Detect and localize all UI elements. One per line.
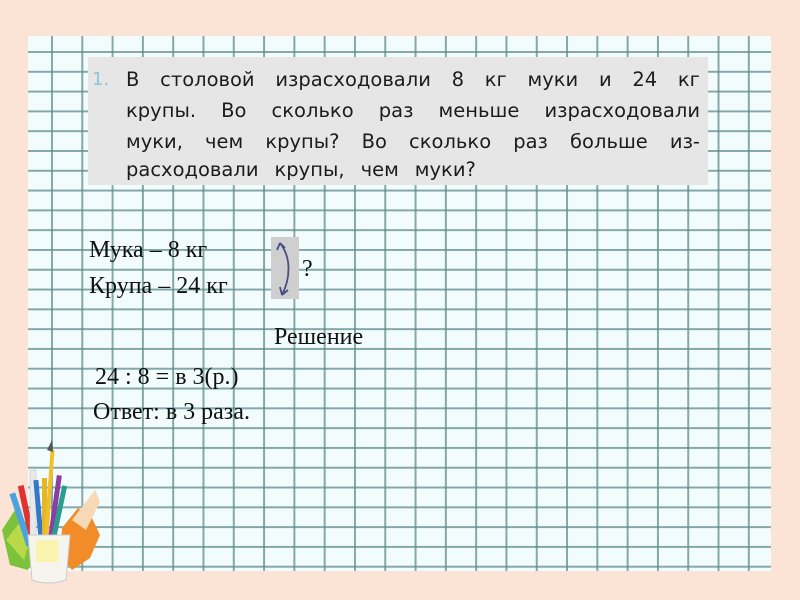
task-word: крупы. xyxy=(126,99,197,122)
task-word: 8 xyxy=(451,68,465,91)
task-line: расходовали крупы, чем муки? xyxy=(126,157,700,183)
task-word: муки xyxy=(527,68,579,91)
task-line: муки, чем крупы? Во сколько раз больше из- xyxy=(126,129,700,155)
task-word: 24 xyxy=(632,68,658,91)
task-word: крупы? xyxy=(265,130,340,153)
task-word: больше xyxy=(570,130,648,153)
answer-text: Ответ: в 3 раза. xyxy=(93,399,250,425)
pencil-cup-icon xyxy=(0,440,110,590)
task-word: и xyxy=(598,68,612,91)
task-word: израсходовали xyxy=(275,68,431,91)
task-line: Встоловой израсходовали 8 кг муки и 24 кг xyxy=(126,67,700,93)
task-word: из- xyxy=(669,130,700,153)
task-word: сколько xyxy=(409,130,492,153)
solution-equation: 24 : 8 = в 3(р.) xyxy=(95,364,239,390)
task-word: чем xyxy=(360,158,399,181)
task-word: расходовали xyxy=(126,158,259,181)
task-word: раз xyxy=(378,99,414,122)
task-word: кг xyxy=(677,68,700,91)
task-word: Во xyxy=(361,130,387,153)
task-word: столовой xyxy=(160,68,255,91)
solution-heading: Решение xyxy=(274,324,364,350)
task-box: 1. Встоловой израсходовали 8 кг муки и 24 кг кр… xyxy=(88,57,708,185)
task-word: чем xyxy=(205,130,244,153)
condition-groats: Крупа – 24 кг xyxy=(89,273,228,299)
task-word: израсходовали xyxy=(544,99,700,122)
task-word: крупы, xyxy=(274,158,345,181)
task-word: кг xyxy=(484,68,507,91)
task-word: Во xyxy=(221,99,247,122)
condition-flour: Мука – 8 кг xyxy=(89,237,208,263)
double-arrow-icon xyxy=(276,242,290,296)
task-word: сколько xyxy=(271,99,354,122)
task-line: крупы. Во сколько раз меньше израсходовали xyxy=(126,98,700,124)
task-word: муки? xyxy=(414,158,476,181)
task-word: В xyxy=(126,68,140,91)
question-mark: ? xyxy=(302,256,313,282)
task-word: раз xyxy=(513,130,548,153)
task-word: муки, xyxy=(126,130,183,153)
task-number: 1. xyxy=(92,69,110,90)
task-word: меньше xyxy=(438,99,520,122)
arrow-box xyxy=(271,237,299,299)
